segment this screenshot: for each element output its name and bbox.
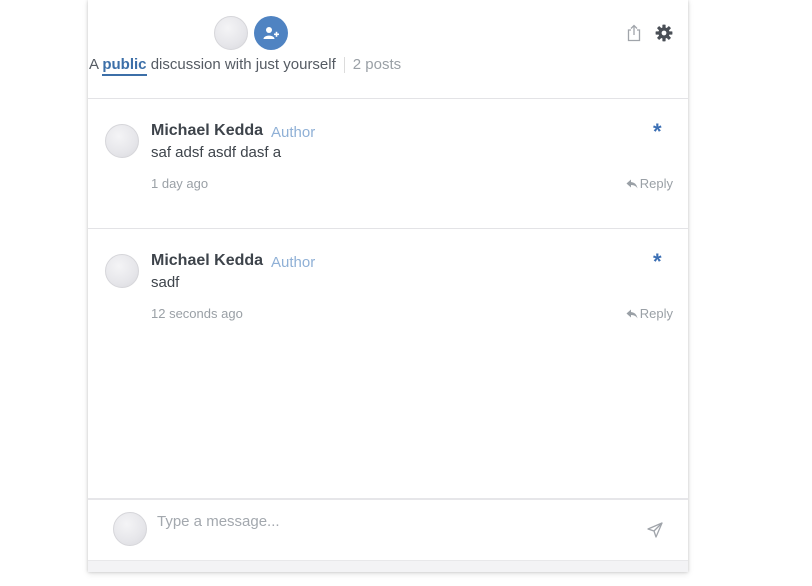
subtitle-separator [343,57,345,74]
author-badge: Author [271,254,316,271]
add-user-icon [263,27,279,39]
share-button[interactable] [626,24,642,42]
reply-label: Reply [639,306,673,321]
header-divider [88,98,688,99]
reply-arrow-icon [626,179,638,189]
post-timestamp: 1 day ago [151,176,209,191]
reply-label: Reply [639,176,673,191]
subtitle-text: discussion with just yourself [150,56,336,73]
bottom-strip [88,560,688,572]
asterisk-icon[interactable]: * [653,121,662,143]
subtitle-prefix: A [89,56,99,73]
add-user-button[interactable] [254,16,288,50]
participant-avatar[interactable] [214,16,248,50]
reply-button[interactable]: Reply [626,176,673,191]
message-input[interactable] [154,508,630,534]
share-icon [627,24,641,42]
reply-arrow-icon [626,309,638,319]
post-message: sadf [151,274,180,291]
discussion-subtitle: A public discussion with just yourself 2 … [89,56,402,76]
reply-button[interactable]: Reply [626,306,673,321]
post-message: saf adsf asdf dasf a [151,144,282,161]
post-count: 2 posts [352,56,402,73]
author-avatar[interactable] [105,124,139,158]
post-item: Michael Kedda Author * saf adsf asdf das… [88,100,688,228]
send-icon [647,522,663,538]
visibility-link[interactable]: public [102,56,147,76]
asterisk-icon[interactable]: * [653,251,662,273]
post-timestamp: 12 seconds ago [151,306,243,321]
current-user-avatar [113,512,147,546]
author-badge: Author [271,124,316,141]
author-avatar[interactable] [105,254,139,288]
settings-button[interactable] [655,24,673,42]
post-divider [88,228,688,229]
composer-divider [88,498,688,500]
post-item: Michael Kedda Author * sadf 12 seconds a… [88,230,688,358]
discussion-panel: A public discussion with just yourself 2 … [88,0,688,572]
send-button[interactable] [647,522,663,538]
author-name[interactable]: Michael Kedda [151,252,263,270]
gear-icon [655,24,673,42]
author-name[interactable]: Michael Kedda [151,122,263,140]
